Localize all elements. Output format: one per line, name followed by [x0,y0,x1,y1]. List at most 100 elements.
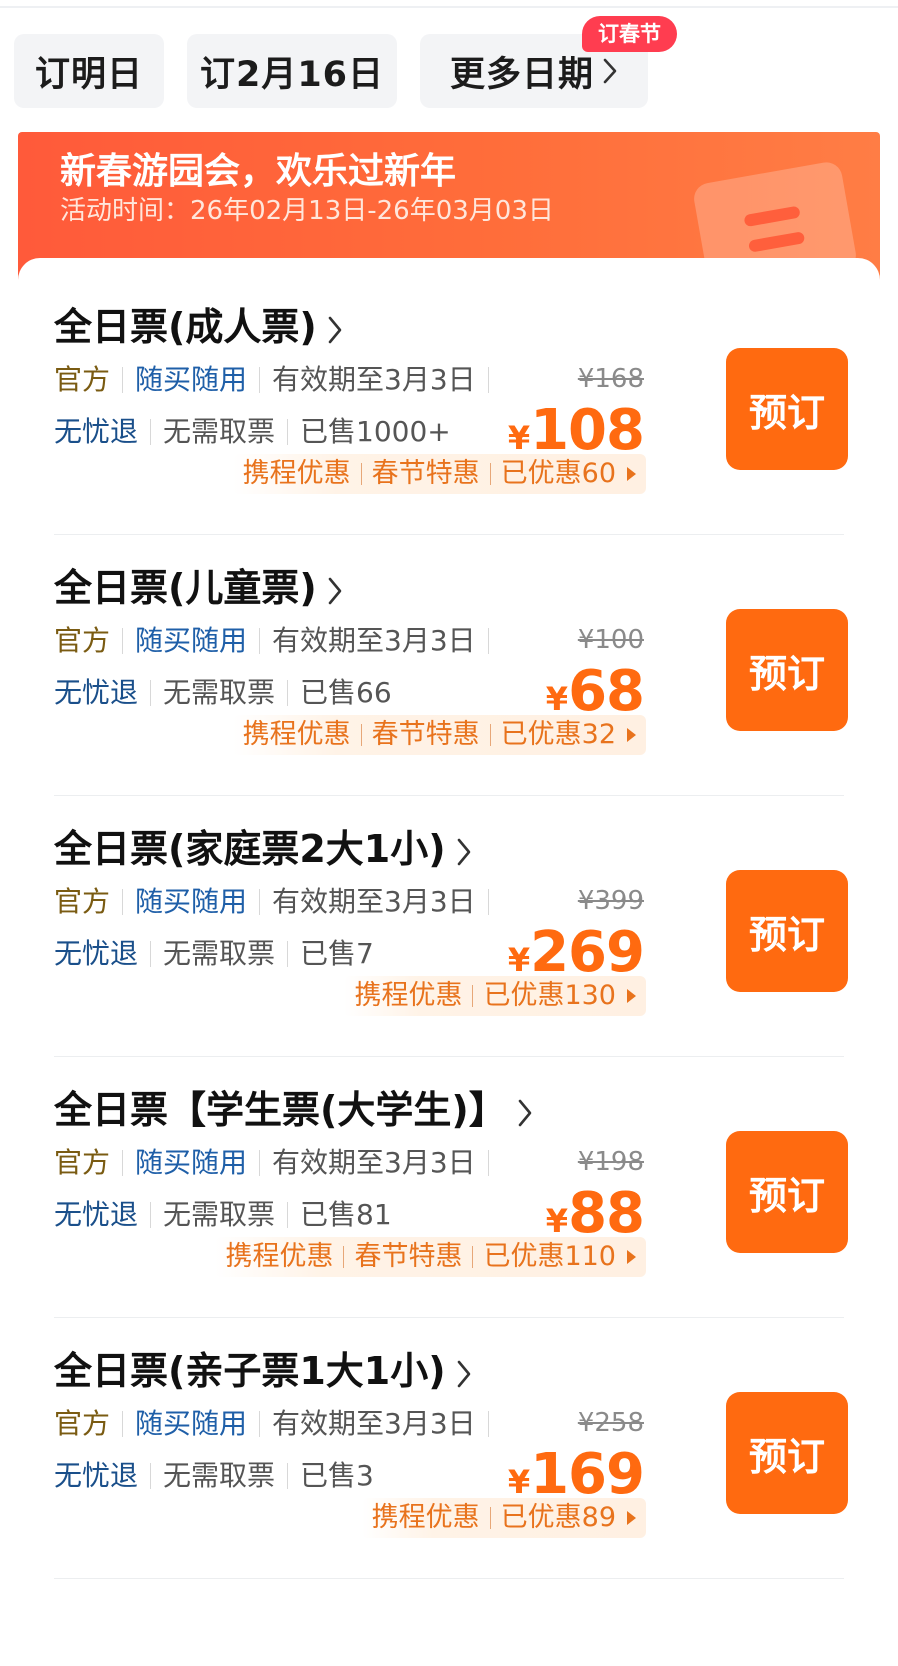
sold-count: 已售81 [300,1198,392,1231]
ticket-item: 全日票【学生票(大学生)】 官方 随买随用 有效期至3月3日 无忧退 无需取票 已售81… [18,1041,880,1318]
ticket-item: 全日票(儿童票) 官方 随买随用 有效期至3月3日 无忧退 无需取票 已售66 ¥100… [18,519,880,796]
promo-tag: 已优惠32 [500,719,616,750]
promo-strip[interactable]: 携程优惠 春节特惠 已优惠60 [232,454,646,494]
tag-refund: 无忧退 [54,676,139,709]
ticket-tags-row: 官方 随买随用 有效期至3月3日 [54,1402,501,1442]
original-price: ¥258 [577,1408,644,1438]
promo-strip[interactable]: 携程优惠 春节特惠 已优惠110 [215,1237,646,1277]
ticket-name-link[interactable]: 全日票(亲子票1大1小) [54,1340,472,1395]
promo-tag: 携程优惠 [242,458,351,489]
tag-official: 官方 [54,1407,111,1440]
ticket-list: 全日票(成人票) 官方 随买随用 有效期至3月3日 无忧退 无需取票 已售1000+ ¥… [18,258,880,1666]
ticket-info-row: 无忧退 无需取票 已售1000+ [54,410,451,450]
tag-no-pickup: 无需取票 [163,1459,276,1492]
ticket-item: 全日票(成人票) 官方 随买随用 有效期至3月3日 无忧退 无需取票 已售1000+ ¥… [18,258,880,535]
original-price: ¥100 [577,625,644,655]
ticket-name: 全日票(家庭票2大1小) [54,827,446,871]
currency-symbol: ¥ [545,1202,569,1240]
tab-feb-16[interactable]: 订2月16日 [187,34,397,108]
sold-count: 已售3 [300,1459,374,1492]
ticket-name-link[interactable]: 全日票(儿童票) [54,557,343,612]
promo-tag: 春节特惠 [371,719,480,750]
promo-divider [489,463,491,485]
promo-divider [489,724,491,746]
sold-count: 已售7 [300,937,374,970]
sold-count: 已售66 [300,676,392,709]
tag-no-pickup: 无需取票 [163,1198,276,1231]
ticket-tags-row: 官方 随买随用 有效期至3月3日 [54,619,501,659]
ticket-item: 全日票(家庭票2大1小) 官方 随买随用 有效期至3月3日 无忧退 无需取票 已售7 ¥… [18,780,880,1057]
tag-refund: 无忧退 [54,1459,139,1492]
caret-right-icon [627,989,636,1003]
tag-no-pickup: 无需取票 [163,937,276,970]
tag-anytime: 随买随用 [135,1146,248,1179]
promo-tag: 已优惠89 [500,1502,616,1533]
tag-validity: 有效期至3月3日 [272,1407,476,1440]
tag-official: 官方 [54,1146,111,1179]
promo-tag: 携程优惠 [225,1241,334,1272]
ticket-name-link[interactable]: 全日票(家庭票2大1小) [54,818,472,873]
promo-divider [360,724,362,746]
tag-validity: 有效期至3月3日 [272,363,476,396]
tag-validity: 有效期至3月3日 [272,624,476,657]
tab-tomorrow[interactable]: 订明日 [14,34,164,108]
promo-tag: 春节特惠 [371,458,480,489]
ticket-name: 全日票(儿童票) [54,566,317,610]
book-button[interactable]: 预订 [726,870,848,992]
promo-strip[interactable]: 携程优惠 已优惠130 [344,976,646,1016]
chevron-right-icon [517,1098,533,1128]
banner-time: 活动时间：26年02月13日-26年03月03日 [60,196,554,226]
promo-divider [360,463,362,485]
promo-tag: 已优惠60 [500,458,616,489]
promo-strip[interactable]: 携程优惠 已优惠89 [361,1498,646,1538]
promo-divider [343,1246,345,1268]
tag-anytime: 随买随用 [135,363,248,396]
book-button[interactable]: 预订 [726,609,848,731]
original-price: ¥168 [577,364,644,394]
book-button[interactable]: 预订 [726,1392,848,1514]
top-divider [0,6,898,8]
spring-festival-badge: 订春节 [582,16,677,52]
tag-official: 官方 [54,624,111,657]
promo-divider [489,1507,491,1529]
ticket-name-link[interactable]: 全日票【学生票(大学生)】 [54,1079,533,1134]
ticket-info-row: 无忧退 无需取票 已售7 [54,932,374,972]
ticket-info-row: 无忧退 无需取票 已售81 [54,1193,392,1233]
currency-symbol: ¥ [507,941,531,979]
promo-tag: 已优惠110 [483,1241,616,1272]
banner-title: 新春游园会，欢乐过新年 [60,151,457,192]
tag-refund: 无忧退 [54,937,139,970]
promo-divider [472,1246,474,1268]
ticket-info-row: 无忧退 无需取票 已售3 [54,1454,374,1494]
original-price: ¥399 [577,886,644,916]
tag-no-pickup: 无需取票 [163,415,276,448]
caret-right-icon [627,728,636,742]
divider [54,1578,844,1579]
tag-official: 官方 [54,885,111,918]
caret-right-icon [627,1250,636,1264]
tag-validity: 有效期至3月3日 [272,1146,476,1179]
ticket-tags-row: 官方 随买随用 有效期至3月3日 [54,880,501,920]
ticket-tags-row: 官方 随买随用 有效期至3月3日 [54,358,501,398]
promo-tag: 携程优惠 [354,980,463,1011]
tag-anytime: 随买随用 [135,885,248,918]
tag-validity: 有效期至3月3日 [272,885,476,918]
chevron-right-icon [602,57,618,85]
tag-refund: 无忧退 [54,415,139,448]
currency-symbol: ¥ [507,419,531,457]
currency-symbol: ¥ [545,680,569,718]
chevron-right-icon [327,576,343,606]
ticket-info-row: 无忧退 无需取票 已售66 [54,671,392,711]
promo-tag: 携程优惠 [242,719,351,750]
chevron-right-icon [456,837,472,867]
tab-tomorrow-label: 订明日 [34,54,143,95]
tab-feb-16-label: 订2月16日 [199,54,385,95]
ticket-name-link[interactable]: 全日票(成人票) [54,296,343,351]
book-button[interactable]: 预订 [726,348,848,470]
caret-right-icon [627,1511,636,1525]
promo-strip[interactable]: 携程优惠 春节特惠 已优惠32 [232,715,646,755]
book-button[interactable]: 预订 [726,1131,848,1253]
tag-anytime: 随买随用 [135,1407,248,1440]
chevron-right-icon [327,315,343,345]
tag-no-pickup: 无需取票 [163,676,276,709]
